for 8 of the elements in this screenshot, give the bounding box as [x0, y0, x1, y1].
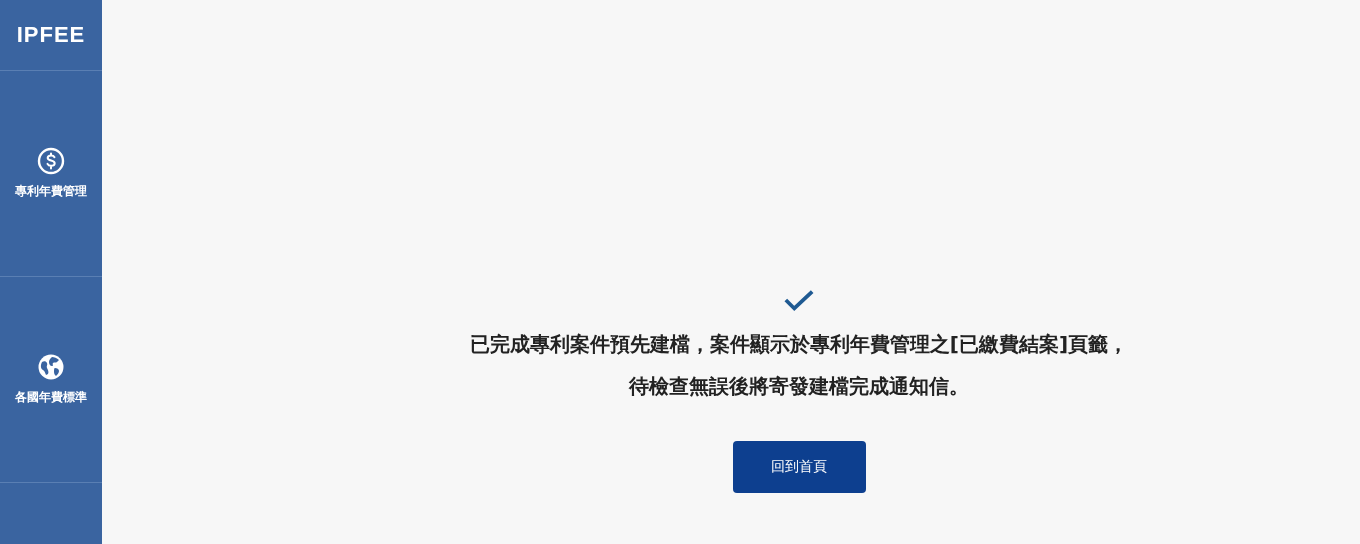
sidebar-item[interactable]: 各國年費標準 — [0, 277, 102, 483]
dollar-icon — [37, 147, 65, 175]
message-text: 已完成專利案件預先建檔，案件顯示於專利年費管理之[已繳費結案]頁籤， — [469, 333, 1129, 355]
globe-icon — [37, 353, 65, 381]
logo[interactable]: IPFEE — [16, 22, 86, 48]
sidebar-item[interactable]: 專利年費管理 — [0, 71, 102, 277]
message-text: 待檢查無誤後將寄發建檔完成通知信。 — [629, 375, 969, 397]
home-button[interactable]: 回到首頁 — [732, 441, 866, 493]
